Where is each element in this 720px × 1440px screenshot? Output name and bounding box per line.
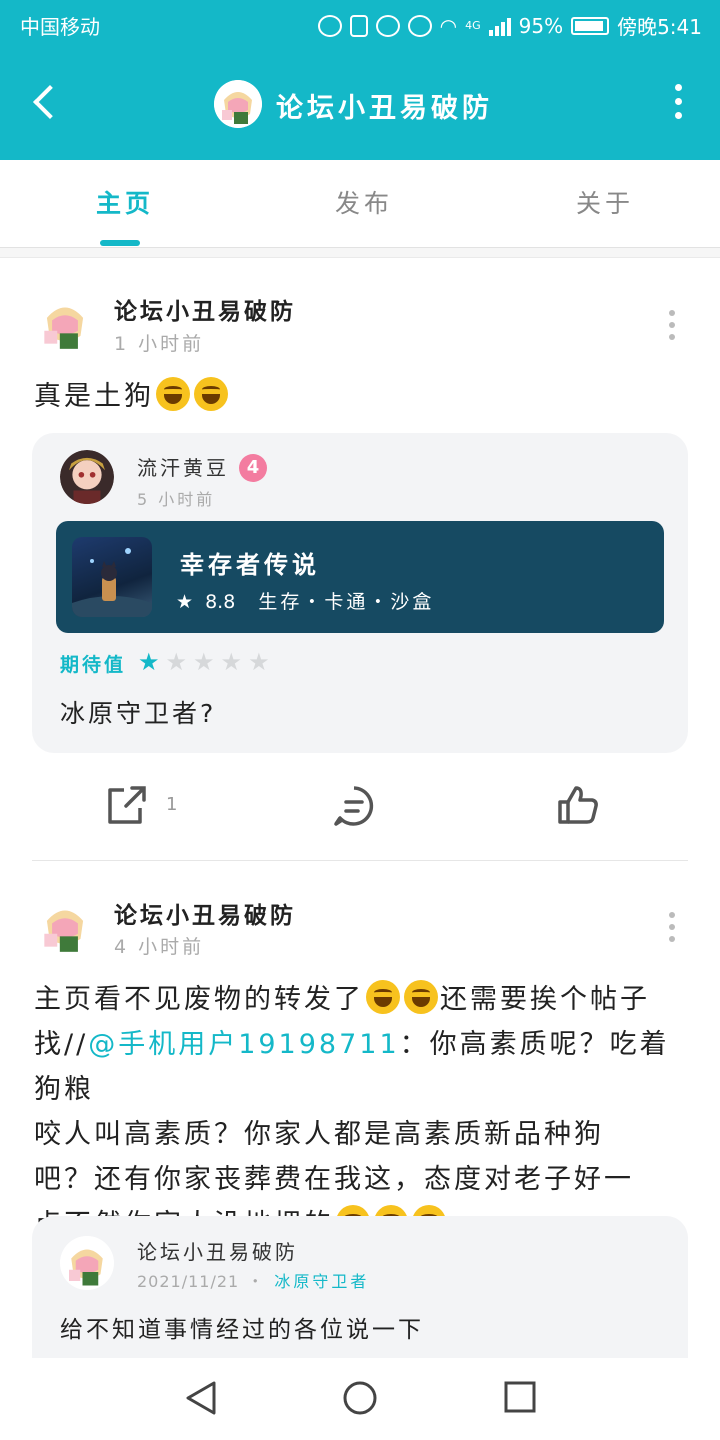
post-actions: 1 <box>0 770 720 850</box>
game-icon <box>72 537 152 617</box>
post-text: 真是土狗 <box>34 374 230 419</box>
quoted-time: 5 小时前 <box>137 490 216 509</box>
like-icon[interactable] <box>556 784 600 826</box>
quoted-date: 2021/11/21 <box>137 1272 240 1291</box>
nav-home-icon[interactable] <box>342 1380 378 1416</box>
post-author[interactable]: 论坛小丑易破防 <box>114 292 296 326</box>
rating-stars: ★ ★ ★ ★ ★ <box>138 648 270 676</box>
post-line: 咬人叫高素质？你家人都是高素质新品种狗 <box>34 1119 604 1150</box>
game-tags: 生存・卡通・沙盒 <box>258 591 435 613</box>
avatar[interactable] <box>34 895 96 957</box>
rating-label: 期待值 <box>60 654 127 676</box>
post-time: 1 小时前 <box>114 333 205 355</box>
quoted-author-name: 流汗黄豆 <box>137 456 229 480</box>
divider <box>0 248 720 258</box>
star-icon: ★ <box>138 648 160 676</box>
share-count: 1 <box>166 794 178 815</box>
game-art <box>72 548 152 617</box>
quoted-text: 给不知道事情经过的各位说一下 <box>60 1317 424 1343</box>
app-header: 论坛小丑易破防 <box>0 48 720 160</box>
star-icon: ★ <box>176 591 197 613</box>
quoted-game-tag[interactable]: 冰原守卫者 <box>274 1272 369 1291</box>
post-text: 主页看不见废物的转发了 还需要挨个帖子 找//@手机用户19198711：你高素质… <box>34 977 694 1247</box>
avatar-image <box>60 450 114 504</box>
post-more-button[interactable] <box>667 912 677 948</box>
tab-indicator <box>100 240 140 246</box>
user-mention-link[interactable]: @手机用户19198711 <box>88 1029 399 1060</box>
level-badge: 4 <box>239 454 267 482</box>
battery-icon <box>571 16 610 35</box>
post-line: 找//@手机用户19198711：你高素质呢？吃着狗粮 <box>34 1022 694 1112</box>
avatar[interactable] <box>60 1236 114 1290</box>
sweat-smile-emoji-icon <box>404 980 438 1014</box>
star-icon: ★ <box>220 648 243 676</box>
star-icon: ★ <box>165 648 188 676</box>
sweat-smile-emoji-icon <box>366 980 400 1014</box>
avatar-image <box>34 292 96 354</box>
tab-home[interactable]: 主页 <box>96 184 154 220</box>
star-icon: ★ <box>248 648 270 676</box>
avatar[interactable] <box>214 80 262 128</box>
clock: 傍晚5:41 <box>617 15 702 39</box>
tab-publish[interactable]: 发布 <box>335 184 393 220</box>
back-button[interactable] <box>24 80 68 124</box>
sweat-smile-emoji-icon <box>156 377 190 411</box>
post-text-content: 真是土狗 <box>34 381 154 412</box>
nav-back-icon[interactable] <box>184 1380 218 1416</box>
status-bar: 中国移动 ◠ 4G 95% 傍晚5:41 <box>0 0 720 48</box>
game-meta: ★ 8.8 生存・卡通・沙盒 <box>176 587 434 614</box>
game-card[interactable]: 幸存者传说 ★ 8.8 生存・卡通・沙盒 <box>56 521 664 633</box>
post-line: 主页看不见废物的转发了 还需要挨个帖子 <box>34 977 694 1022</box>
avatar[interactable] <box>60 450 114 504</box>
battery-percent: 95% <box>518 13 564 38</box>
more-options-button[interactable] <box>672 84 684 124</box>
status-icons: ◠ 4G 95% 傍晚5:41 <box>317 11 702 40</box>
wifi-icon: ◠ <box>439 13 458 38</box>
star-icon: ★ <box>193 648 215 676</box>
avatar-image <box>34 895 96 957</box>
divider <box>32 860 688 861</box>
tab-about[interactable]: 关于 <box>576 184 634 220</box>
avatar-image <box>214 80 262 128</box>
vibrate-icon <box>349 14 368 37</box>
post-more-button[interactable] <box>667 310 677 346</box>
eye-comfort-icon <box>407 14 432 37</box>
hd-call-icon <box>317 14 342 37</box>
tab-bar: 主页 发布 关于 <box>0 160 720 248</box>
post-time: 4 小时前 <box>114 936 205 958</box>
quoted-author[interactable]: 流汗黄豆 4 <box>137 452 267 482</box>
network-type: 4G <box>465 19 481 32</box>
system-nav-bar <box>0 1358 720 1440</box>
carrier-label: 中国移动 <box>20 15 100 39</box>
avatar[interactable] <box>34 292 96 354</box>
quoted-meta: 2021/11/21 ・ 冰原守卫者 <box>137 1272 370 1291</box>
page-title: 论坛小丑易破防 <box>276 93 493 124</box>
post-line: 吧？还有你家丧葬费在我这，态度对老子好一 <box>34 1164 634 1195</box>
comment-icon[interactable] <box>332 784 376 828</box>
post-text-segment: 找// <box>34 1029 89 1060</box>
alarm-icon <box>375 14 400 37</box>
avatar-image <box>60 1236 114 1290</box>
post-author[interactable]: 论坛小丑易破防 <box>114 896 296 930</box>
nav-recents-icon[interactable] <box>504 1380 536 1414</box>
sweat-smile-emoji-icon <box>194 377 228 411</box>
game-title: 幸存者传说 <box>180 551 320 579</box>
share-icon[interactable] <box>104 784 148 826</box>
quoted-text: 冰原守卫者? <box>60 699 217 728</box>
post-text-segment: 还需要挨个帖子 <box>440 984 650 1015</box>
signal-icon <box>488 16 511 36</box>
game-score: 8.8 <box>205 591 236 613</box>
post-text-segment: 主页看不见废物的转发了 <box>34 984 364 1015</box>
quoted-author[interactable]: 论坛小丑易破防 <box>137 1236 298 1265</box>
